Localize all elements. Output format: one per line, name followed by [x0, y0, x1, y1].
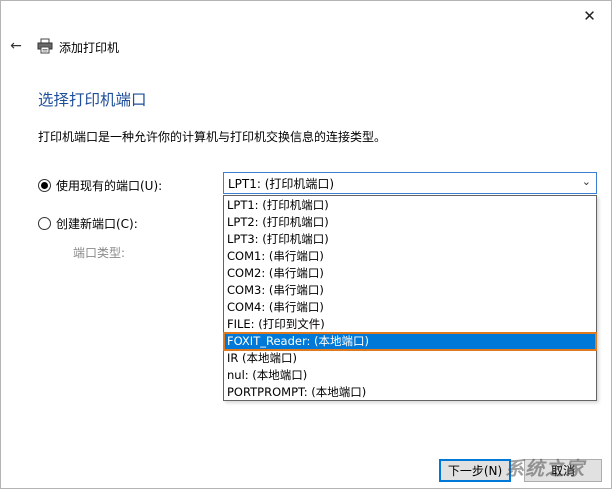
page-heading: 选择打印机端口	[38, 91, 147, 109]
page-description: 打印机端口是一种允许你的计算机与打印机交换信息的连接类型。	[38, 130, 387, 144]
port-dropdown-list: LPT1: (打印机端口) LPT2: (打印机端口) LPT3: (打印机端口…	[223, 195, 597, 401]
watermark: 系统之家	[504, 457, 585, 480]
port-type-label: 端口类型:	[73, 246, 126, 260]
port-option[interactable]: COM2: (串行端口)	[224, 265, 596, 282]
port-option[interactable]: LPT1: (打印机端口)	[224, 197, 596, 214]
use-existing-port-option[interactable]: 使用现有的端口(U):	[38, 177, 162, 194]
port-option[interactable]: IR (本地端口)	[224, 350, 596, 367]
port-option[interactable]: COM3: (串行端口)	[224, 282, 596, 299]
port-select[interactable]: LPT1: (打印机端口) ⌄	[223, 172, 597, 194]
port-option[interactable]: LPT3: (打印机端口)	[224, 231, 596, 248]
port-option[interactable]: COM1: (串行端口)	[224, 248, 596, 265]
printer-icon	[37, 38, 53, 54]
port-option[interactable]: PORTPROMPT: (本地端口)	[224, 384, 596, 401]
back-arrow-icon[interactable]: ←	[7, 37, 25, 55]
port-option[interactable]: FILE: (打印到文件)	[224, 316, 596, 333]
port-select-value: LPT1: (打印机端口)	[228, 176, 335, 191]
port-option[interactable]: LPT2: (打印机端口)	[224, 214, 596, 231]
port-option[interactable]: nul: (本地端口)	[224, 367, 596, 384]
port-option[interactable]: COM4: (串行端口)	[224, 299, 596, 316]
close-icon[interactable]: ✕	[567, 1, 612, 31]
chevron-down-icon[interactable]: ⌄	[582, 175, 591, 188]
create-new-port-label: 创建新端口(C):	[56, 217, 138, 231]
create-new-port-option[interactable]: 创建新端口(C):	[38, 215, 138, 232]
add-printer-dialog: ✕ ← 添加打印机 选择打印机端口 打印机端口是一种允许你的计算机与打印机交换信…	[0, 0, 612, 489]
window-title: 添加打印机	[59, 41, 120, 55]
use-existing-port-radio[interactable]	[38, 179, 51, 192]
use-existing-port-label: 使用现有的端口(U):	[56, 179, 163, 193]
port-option-highlighted[interactable]: FOXIT_Reader: (本地端口)	[223, 332, 597, 351]
create-new-port-radio[interactable]	[38, 217, 51, 230]
